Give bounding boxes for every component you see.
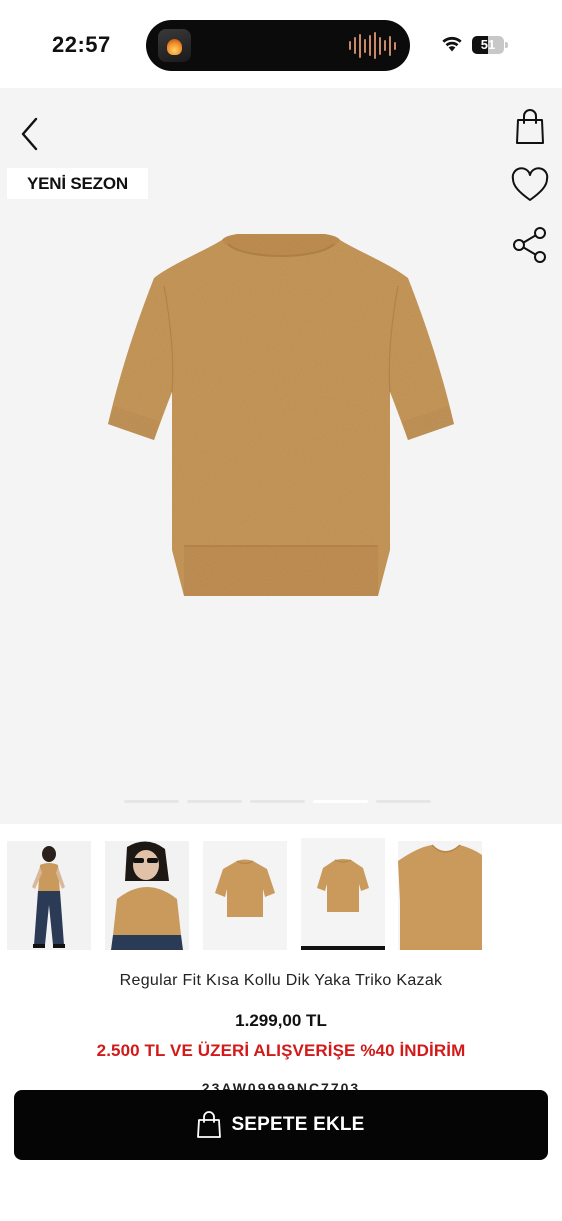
audio-waveform-icon: [349, 32, 396, 59]
product-main-image: [108, 234, 454, 596]
thumbnail-strip: [0, 838, 562, 954]
gallery-dot[interactable]: [187, 800, 242, 803]
gallery-dot[interactable]: [376, 800, 431, 803]
gallery-dot[interactable]: [250, 800, 305, 803]
shopping-bag-icon: [197, 1111, 222, 1138]
add-to-cart-label: SEPETE EKLE: [231, 1114, 365, 1135]
thumbnail-model-closeup[interactable]: [105, 841, 189, 950]
promotion-text: 2.500 TL VE ÜZERİ ALIŞVERİŞE %40 İNDİRİM: [96, 1041, 466, 1060]
product-code: 23AW09999NC7703: [201, 1080, 361, 1090]
back-button[interactable]: [14, 114, 46, 154]
favorite-heart-icon[interactable]: [510, 166, 550, 206]
thumbnail-back-view[interactable]: [301, 838, 385, 948]
thumbnail-model-full[interactable]: [7, 841, 91, 950]
shopping-bag-icon[interactable]: [510, 106, 550, 146]
thumbnail-front-view[interactable]: [203, 841, 287, 950]
product-price: 1.299,00 TL: [235, 1011, 327, 1030]
share-icon[interactable]: [510, 225, 550, 265]
gallery-dot[interactable]: [124, 800, 179, 803]
dynamic-island[interactable]: [146, 20, 410, 71]
now-playing-artwork: [158, 29, 191, 62]
new-season-badge: YENİ SEZON: [7, 168, 148, 199]
status-time: 22:57: [52, 32, 111, 57]
battery-percent: 51: [480, 37, 496, 52]
product-image-gallery[interactable]: YENİ SEZON: [0, 88, 562, 824]
battery-indicator: 51: [472, 36, 508, 54]
gallery-pagination: [124, 800, 431, 803]
status-bar: 22:57 51: [0, 0, 562, 88]
product-title: Regular Fit Kısa Kollu Dik Yaka Triko Ka…: [119, 972, 443, 989]
chevron-left-icon: [21, 117, 38, 151]
gallery-dot[interactable]: [313, 800, 368, 803]
thumbnail-detail-view[interactable]: [398, 841, 482, 950]
wifi-icon: [442, 36, 462, 52]
selected-thumbnail-indicator: [301, 946, 385, 950]
add-to-cart-button[interactable]: SEPETE EKLE: [14, 1090, 548, 1160]
